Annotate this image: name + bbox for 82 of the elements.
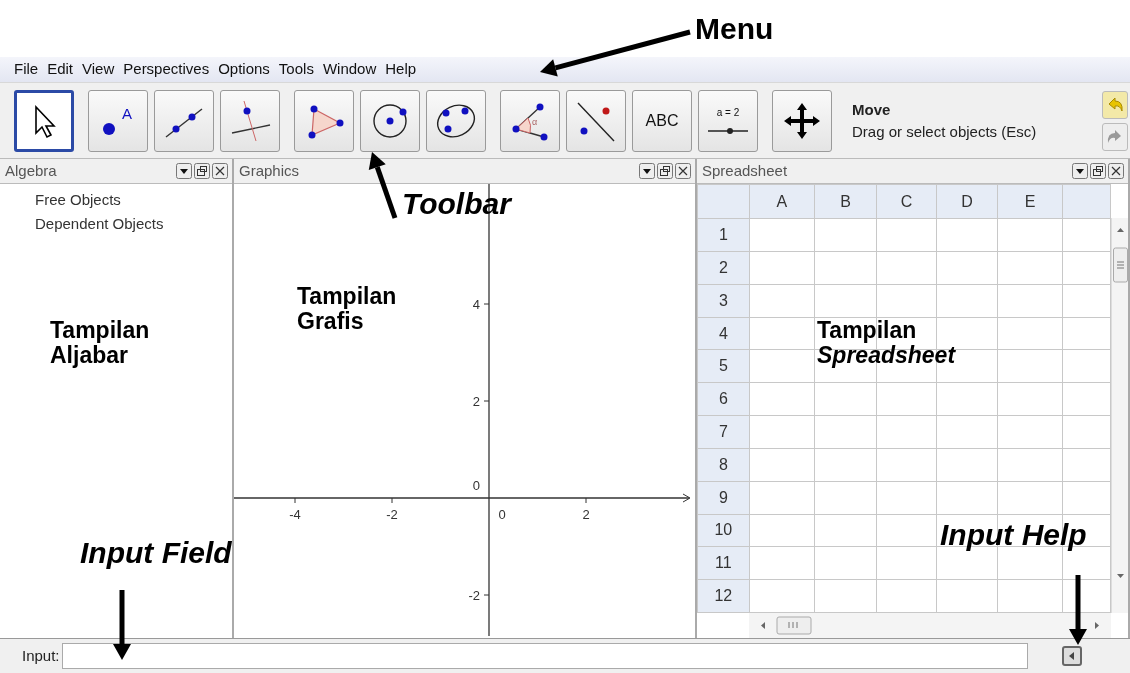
- dropdown-icon[interactable]: [639, 163, 655, 179]
- row-header: 6: [697, 382, 750, 416]
- tool-button[interactable]: A: [88, 89, 148, 152]
- callout-label: Input Help: [940, 518, 1087, 551]
- axis-label: 2: [582, 507, 590, 522]
- tool-button[interactable]: ABC: [632, 89, 692, 152]
- tool-button[interactable]: [154, 89, 214, 152]
- tool-button[interactable]: [772, 89, 832, 152]
- axis-label: 4: [472, 297, 480, 312]
- menu-item[interactable]: Perspectives: [123, 58, 210, 81]
- row-header: 7: [697, 415, 750, 449]
- row-header: 4: [697, 317, 750, 350]
- input-field[interactable]: [61, 643, 1028, 669]
- row-header: 2: [697, 251, 750, 285]
- slider-icon: [706, 126, 750, 135]
- vertical-scrollbar[interactable]: [1111, 218, 1128, 613]
- axis-label: -2: [386, 507, 398, 522]
- dropdown-icon[interactable]: [176, 163, 192, 179]
- tool-button[interactable]: [566, 89, 626, 152]
- axis-label: 2: [472, 394, 480, 409]
- arrow: [368, 152, 398, 219]
- tree-item: Dependent Objects: [34, 214, 165, 234]
- dropdown-icon[interactable]: [1072, 163, 1088, 179]
- row-header: 10: [697, 514, 750, 547]
- tool-button[interactable]: [426, 89, 486, 152]
- menu-item[interactable]: Edit: [47, 58, 74, 81]
- tick-mark: [483, 303, 490, 305]
- tick-mark: [585, 497, 587, 504]
- callout-label: Menu: [695, 12, 774, 45]
- column-header: D: [936, 184, 998, 219]
- restore-icon[interactable]: [657, 163, 673, 179]
- panel-title: Algebra: [5, 160, 58, 181]
- axis-label: 0: [472, 478, 480, 493]
- tick-mark: [391, 497, 393, 504]
- menu-item[interactable]: View: [82, 58, 115, 81]
- row-header: 1: [697, 218, 750, 252]
- restore-icon[interactable]: [194, 163, 210, 179]
- tree-item: Free Objects: [34, 190, 122, 210]
- row-header: 3: [697, 284, 750, 318]
- callout-label: Toolbar: [402, 187, 511, 220]
- row-header: 11: [697, 546, 750, 580]
- tool-button[interactable]: α: [500, 89, 560, 152]
- row-header: 9: [697, 481, 750, 515]
- menu-item[interactable]: Help: [385, 58, 417, 81]
- close-icon[interactable]: [1108, 163, 1124, 179]
- axis-label: -2: [468, 588, 480, 603]
- row-header: 8: [697, 448, 750, 482]
- callout-label: Input Field: [80, 536, 232, 569]
- input-label: Input:: [22, 645, 60, 666]
- row-header: 5: [697, 349, 750, 383]
- close-icon[interactable]: [675, 163, 691, 179]
- axis-label: 0: [498, 507, 506, 522]
- tool-help-text: Drag or select objects (Esc): [852, 121, 1037, 142]
- column-header: C: [876, 184, 937, 219]
- view-label: Tampilan Spreadsheet: [817, 318, 956, 369]
- menu-item[interactable]: Tools: [278, 58, 314, 81]
- row-header: 12: [697, 579, 750, 613]
- tool-button[interactable]: a = 2: [698, 89, 758, 152]
- restore-icon[interactable]: [1090, 163, 1106, 179]
- tick-mark: [483, 400, 490, 402]
- column-header: B: [814, 184, 877, 219]
- tool-button[interactable]: [294, 89, 354, 152]
- panel-title: Spreadsheet: [702, 160, 789, 181]
- menu-item[interactable]: Options: [218, 58, 270, 81]
- tool-button[interactable]: [14, 89, 74, 152]
- arrow: [1069, 575, 1087, 645]
- column-header: E: [997, 184, 1063, 219]
- tick-mark: [483, 594, 490, 596]
- menu-item[interactable]: File: [14, 58, 39, 81]
- close-icon[interactable]: [212, 163, 228, 179]
- arrow: [113, 590, 131, 660]
- column-header: A: [749, 184, 815, 219]
- horizontal-scrollbar[interactable]: [749, 613, 1111, 638]
- tool-button[interactable]: [360, 89, 420, 152]
- view-label: Tampilan Grafis: [297, 284, 397, 335]
- input-help-button[interactable]: [1061, 646, 1082, 666]
- menu-item[interactable]: Window: [322, 58, 377, 81]
- tick-mark: [294, 497, 296, 504]
- tool-name: Move: [852, 99, 892, 120]
- axis-label: -4: [289, 507, 301, 522]
- panel-title: Graphics: [239, 160, 301, 181]
- view-label: Tampilan Aljabar: [50, 318, 150, 369]
